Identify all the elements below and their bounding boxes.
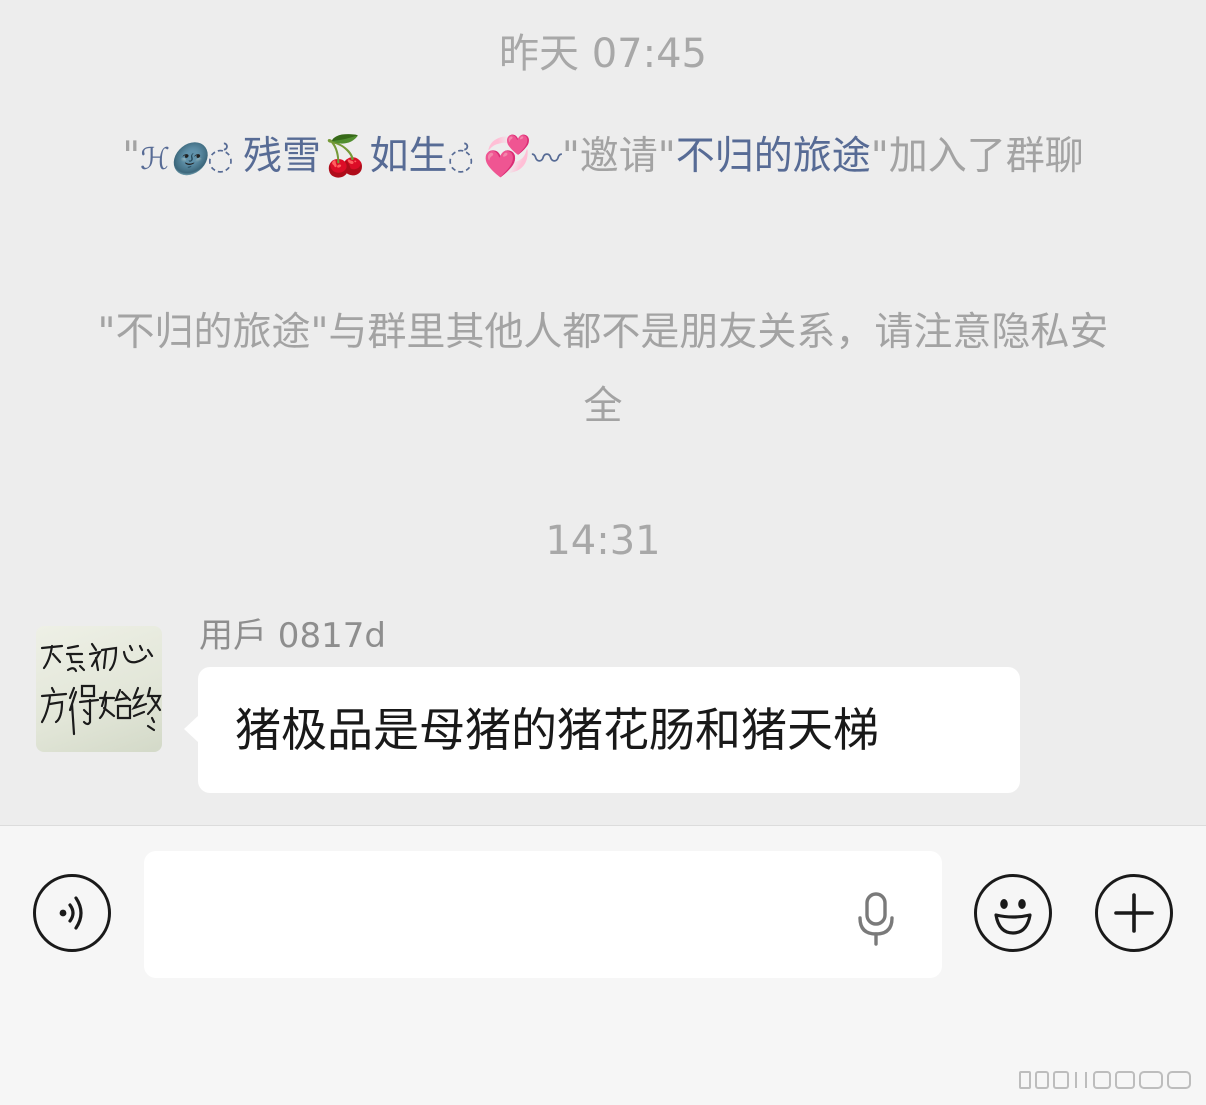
hearts-emoji: 💞 bbox=[483, 134, 532, 179]
inviter-deco-2: ◌͗ bbox=[447, 142, 484, 177]
emoji-button[interactable] bbox=[974, 874, 1052, 952]
message-text: 猪极品是母猪的猪花肠和猪天梯 bbox=[235, 703, 879, 757]
invite-verb: "邀请" bbox=[561, 134, 676, 179]
inviter-name[interactable]: ℋ🌚◌͗ 残雪🍒如生◌͗ 💞〰 bbox=[140, 134, 562, 179]
voice-mode-button[interactable] bbox=[33, 874, 111, 952]
watermark-logo bbox=[1019, 1071, 1191, 1089]
inviter-deco: ◌͗ bbox=[207, 142, 243, 177]
timestamp-today: 14:31 bbox=[545, 518, 661, 564]
cherry-emoji: 🍒 bbox=[320, 134, 370, 179]
calligraphy-avatar-image bbox=[40, 642, 162, 736]
quote-mark: " bbox=[122, 134, 141, 179]
invite-tail: "加入了群聊 bbox=[870, 134, 1084, 179]
inviter-name-part1: 残雪 bbox=[242, 134, 321, 179]
inviter-fancy-prefix: ℋ🌚 bbox=[140, 142, 208, 177]
system-invite-message: "ℋ🌚◌͗ 残雪🍒如生◌͗ 💞〰"邀请"不归的旅途"加入了群聊 bbox=[95, 120, 1111, 197]
input-bar bbox=[0, 825, 1206, 1105]
microphone-button[interactable] bbox=[852, 890, 900, 950]
inviter-name-part2: 如生 bbox=[369, 134, 448, 179]
swirl-decoration: 〰 bbox=[531, 142, 562, 177]
emoji-icon bbox=[994, 899, 1032, 935]
invitee-name[interactable]: 不归的旅途 bbox=[676, 134, 871, 179]
voice-mode-icon bbox=[59, 896, 83, 930]
message-input[interactable] bbox=[144, 851, 942, 978]
more-plus-button[interactable] bbox=[1095, 874, 1173, 952]
sender-avatar[interactable] bbox=[36, 626, 162, 752]
sender-name: 用戶 0817d bbox=[199, 616, 386, 656]
message-bubble[interactable]: 猪极品是母猪的猪花肠和猪天梯 bbox=[184, 667, 1020, 793]
plus-icon bbox=[1114, 893, 1154, 933]
timestamp-yesterday: 昨天 07:45 bbox=[499, 31, 707, 77]
microphone-icon bbox=[858, 892, 894, 946]
chat-area[interactable]: 昨天 07:45 "ℋ🌚◌͗ 残雪🍒如生◌͗ 💞〰"邀请"不归的旅途"加入了群聊… bbox=[0, 0, 1206, 825]
system-privacy-notice: "不归的旅途"与群里其他人都不是朋友关系，请注意隐私安全 bbox=[97, 310, 1109, 429]
